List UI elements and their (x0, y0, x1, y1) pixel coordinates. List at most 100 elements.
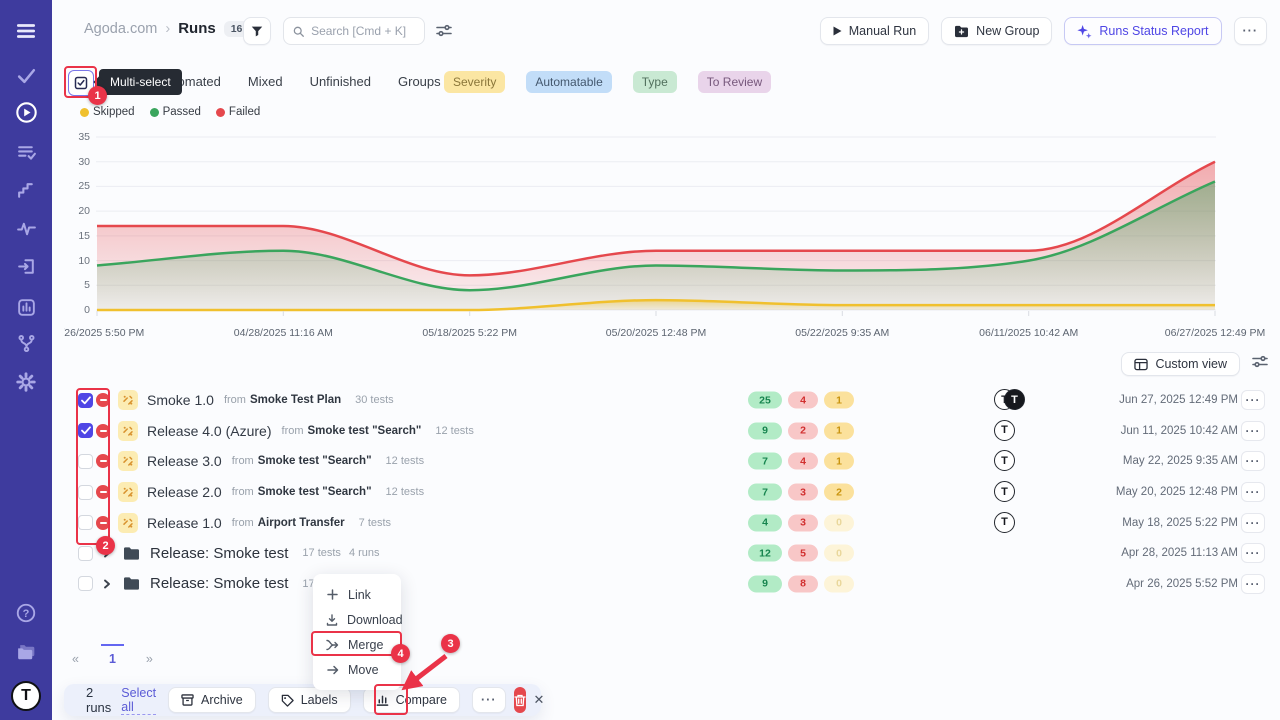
row-checkbox[interactable] (78, 546, 93, 561)
multi-select-button[interactable] (68, 70, 94, 96)
run-source[interactable]: Smoke test "Search" (308, 425, 422, 437)
test-plans-icon[interactable] (0, 142, 52, 163)
run-row[interactable]: Release 1.0fromAirport Transfer7 tests43… (64, 507, 1280, 538)
legend-passed[interactable]: Passed (150, 106, 201, 118)
row-checkbox[interactable] (78, 485, 93, 500)
context-menu-item-link[interactable]: Link (313, 582, 401, 607)
row-more-button[interactable]: ··· (1241, 574, 1265, 594)
row-more-button[interactable]: ··· (1241, 451, 1265, 471)
run-title[interactable]: Smoke 1.0 (147, 392, 214, 408)
y-tick-label: 10 (78, 255, 90, 267)
import-icon[interactable] (0, 256, 52, 277)
legend-failed[interactable]: Failed (216, 106, 260, 118)
projects-folders-icon[interactable] (0, 641, 52, 664)
pagination-page-1[interactable]: 1 (101, 644, 124, 666)
select-all-link[interactable]: Select all (121, 686, 156, 715)
search-settings-icon[interactable] (436, 23, 452, 43)
group-title[interactable]: Release: Smoke test (150, 575, 288, 592)
filter-tab-mixed[interactable]: Mixed (248, 74, 283, 89)
avatar[interactable]: T (1004, 389, 1025, 410)
milestones-icon[interactable] (0, 180, 52, 201)
search-box[interactable] (283, 17, 425, 45)
pagination-prev[interactable]: « (64, 644, 87, 666)
run-row[interactable]: Release 3.0fromSmoke test "Search"12 tes… (64, 446, 1280, 477)
row-more-button[interactable]: ··· (1241, 513, 1265, 533)
legend-dot (150, 108, 159, 117)
avatar[interactable]: T (994, 481, 1015, 502)
skipped-badge: 1 (824, 422, 854, 439)
labels-button[interactable]: Labels (268, 687, 351, 713)
run-row[interactable]: Release 2.0fromSmoke test "Search"12 tes… (64, 477, 1280, 508)
row-checkbox[interactable] (78, 515, 93, 530)
run-title[interactable]: Release 3.0 (147, 453, 222, 469)
filter-tag-automatable[interactable]: Automatable (526, 71, 611, 93)
row-checkbox[interactable] (78, 576, 93, 591)
ellipsis-icon: ··· (1243, 24, 1259, 38)
row-checkbox[interactable] (78, 454, 93, 469)
run-source[interactable]: Airport Transfer (258, 517, 345, 529)
avatar[interactable]: T (994, 450, 1015, 471)
run-source[interactable]: Smoke Test Plan (250, 394, 341, 406)
run-source[interactable]: Smoke test "Search" (258, 486, 372, 498)
y-tick-label: 25 (78, 180, 90, 192)
new-group-button[interactable]: New Group (941, 17, 1052, 45)
branches-icon[interactable] (0, 333, 52, 354)
filter-tab-unfinished[interactable]: Unfinished (310, 74, 371, 89)
filter-tag-severity[interactable]: Severity (444, 71, 505, 93)
avatar[interactable]: T (994, 420, 1015, 441)
group-row[interactable]: Release: Smoke test17 tests7 runs980Apr … (64, 569, 1280, 600)
custom-view-button[interactable]: Custom view (1121, 352, 1240, 376)
search-input[interactable] (311, 24, 415, 38)
analytics-icon[interactable] (0, 297, 52, 318)
header-more-button[interactable]: ··· (1234, 17, 1268, 45)
filter-tag-to-review[interactable]: To Review (698, 71, 771, 93)
row-more-button[interactable]: ··· (1241, 482, 1265, 502)
settings-gear-icon[interactable] (0, 371, 52, 393)
filter-button[interactable] (243, 17, 271, 45)
row-checkbox[interactable] (78, 393, 93, 408)
runs-status-report-button[interactable]: Runs Status Report (1064, 17, 1221, 45)
result-badges: 980 (748, 575, 854, 592)
run-title[interactable]: Release 1.0 (147, 515, 222, 531)
run-row[interactable]: Release 4.0 (Azure)fromSmoke test "Searc… (64, 416, 1280, 447)
filter-tab-groups[interactable]: Groups (398, 74, 441, 89)
filter-tag-type[interactable]: Type (633, 71, 677, 93)
close-action-bar-button[interactable]: ✕ (526, 688, 553, 712)
manual-run-button[interactable]: Manual Run (820, 17, 929, 45)
compare-button[interactable]: Compare (363, 687, 460, 713)
group-row[interactable]: Release: Smoke test17 tests4 runs1250Apr… (64, 538, 1280, 569)
row-checkbox[interactable] (78, 423, 93, 438)
compare-label: Compare (396, 693, 447, 707)
help-icon[interactable]: ? (0, 602, 52, 624)
run-source[interactable]: Smoke test "Search" (258, 455, 372, 467)
pulse-icon[interactable] (0, 218, 52, 239)
run-title[interactable]: Release 4.0 (Azure) (147, 423, 272, 439)
group-title[interactable]: Release: Smoke test (150, 545, 288, 562)
context-menu-item-download[interactable]: Download (313, 607, 401, 632)
expand-chevron-icon[interactable] (101, 547, 113, 559)
x-tick-label: 05/20/2025 12:48 PM (606, 327, 706, 339)
runs-icon[interactable] (0, 101, 52, 124)
view-settings-icon[interactable] (1252, 354, 1268, 374)
run-row[interactable]: Smoke 1.0fromSmoke Test Plan30 tests2541… (64, 385, 1280, 416)
y-tick-label: 15 (78, 230, 90, 242)
row-more-button[interactable]: ··· (1241, 543, 1265, 563)
run-title[interactable]: Release 2.0 (147, 484, 222, 500)
pagination-next[interactable]: » (138, 644, 161, 666)
breadcrumb-project[interactable]: Agoda.com (84, 21, 157, 37)
app-logo[interactable]: T (11, 681, 41, 711)
menu-icon[interactable] (0, 20, 52, 42)
group-runs-count: 4 runs (349, 547, 380, 559)
tests-icon[interactable] (0, 65, 52, 86)
row-more-button[interactable]: ··· (1241, 421, 1265, 441)
failed-status-icon (96, 485, 110, 499)
expand-chevron-icon[interactable] (101, 578, 113, 590)
archive-button[interactable]: Archive (168, 687, 256, 713)
row-more-button[interactable]: ··· (1241, 390, 1265, 410)
avatar[interactable]: T (994, 512, 1015, 533)
context-menu-item-merge[interactable]: Merge (313, 632, 401, 657)
delete-button[interactable] (514, 687, 526, 713)
context-menu-item-move[interactable]: Move (313, 657, 401, 682)
bulk-more-button[interactable]: ··· (472, 687, 506, 713)
legend-skipped[interactable]: Skipped (80, 106, 135, 118)
